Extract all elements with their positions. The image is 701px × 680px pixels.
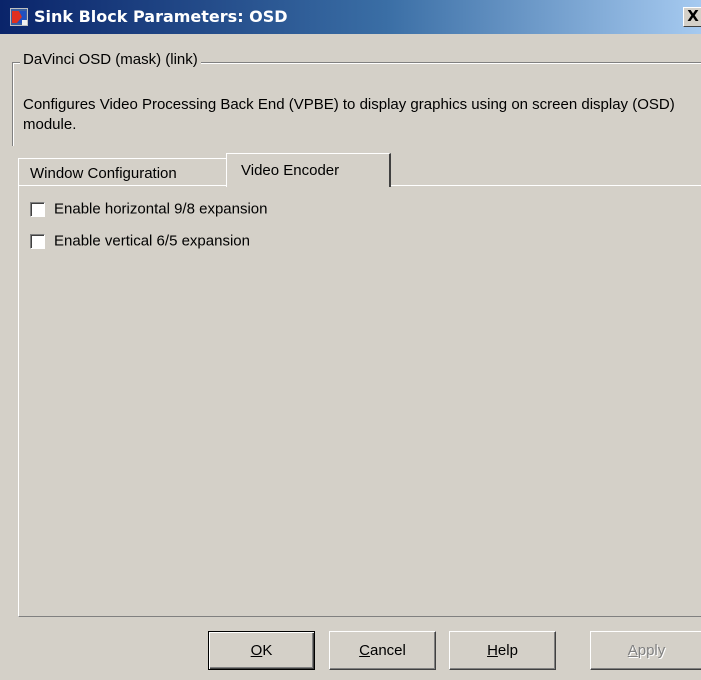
close-icon: X xyxy=(687,7,699,25)
option-horizontal-expansion[interactable]: Enable horizontal 9/8 expansion xyxy=(30,200,268,220)
help-button[interactable]: Help xyxy=(449,631,556,670)
cancel-label-rest: ancel xyxy=(369,642,406,659)
vertical-expansion-checkbox[interactable] xyxy=(30,233,45,249)
horizontal-expansion-checkbox[interactable] xyxy=(30,201,45,217)
vertical-expansion-label[interactable]: Enable vertical 6/5 expansion xyxy=(54,233,250,250)
group-legend: DaVinci OSD (mask) (link) xyxy=(20,51,201,68)
help-label-rest: elp xyxy=(497,642,518,659)
horizontal-expansion-label[interactable]: Enable horizontal 9/8 expansion xyxy=(54,201,268,218)
ok-mnemonic: O xyxy=(250,642,263,659)
cancel-button[interactable]: Cancel xyxy=(329,631,436,670)
ok-button[interactable]: OK xyxy=(208,631,315,670)
tab-panel-video-encoder: Enable horizontal 9/8 expansion Enable v… xyxy=(18,185,701,617)
title-bar[interactable]: Sink Block Parameters: OSD X xyxy=(0,0,701,34)
apply-mnemonic: A xyxy=(627,642,638,659)
close-button[interactable]: X xyxy=(683,7,701,27)
cancel-mnemonic: C xyxy=(359,642,370,659)
window-title: Sink Block Parameters: OSD xyxy=(34,7,288,26)
help-mnemonic: H xyxy=(487,642,498,659)
ok-label-rest: K xyxy=(262,642,273,659)
block-description: Configures Video Processing Back End (VP… xyxy=(23,96,675,133)
apply-label-rest: pply xyxy=(637,642,666,659)
apply-button[interactable]: Apply xyxy=(590,631,701,670)
tab-video-encoder[interactable]: Video Encoder xyxy=(226,153,391,187)
simulink-block-icon xyxy=(10,8,28,26)
tab-window-configuration[interactable]: Window Configuration xyxy=(18,158,228,186)
tab-strip: Window Configuration Video Encoder xyxy=(18,152,701,187)
option-vertical-expansion[interactable]: Enable vertical 6/5 expansion xyxy=(30,232,250,252)
dialog-window: Sink Block Parameters: OSD X DaVinci OSD… xyxy=(0,0,701,680)
